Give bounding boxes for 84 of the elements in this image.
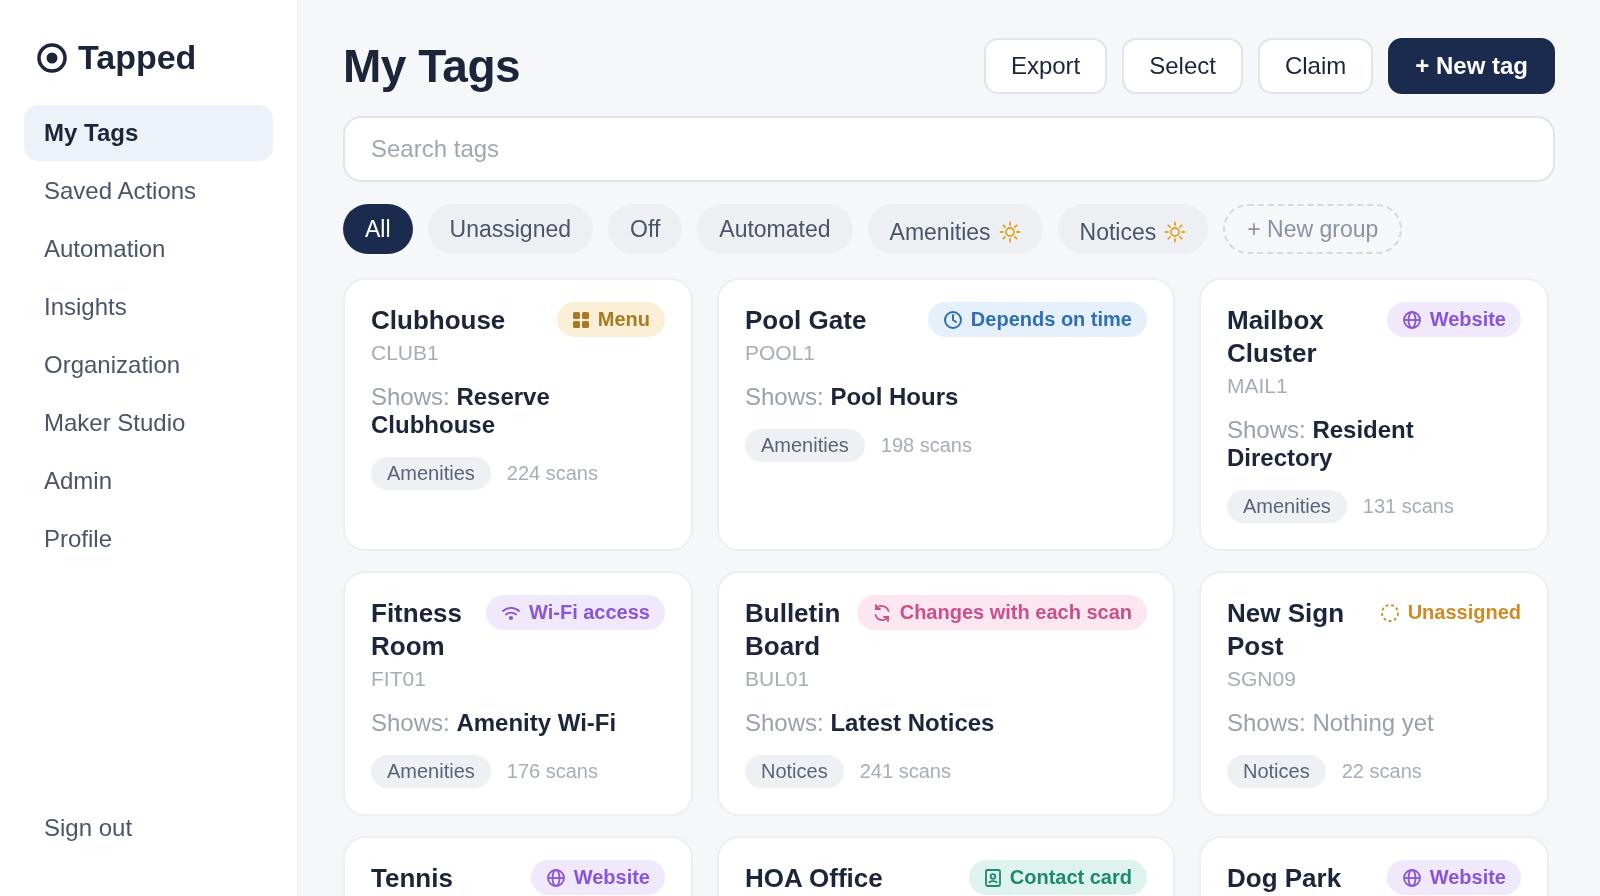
- filter-chip[interactable]: All: [343, 204, 413, 254]
- filter-chip[interactable]: Off: [608, 204, 683, 254]
- tag-code: SGN09: [1227, 667, 1297, 691]
- group-tag: Amenities: [1227, 490, 1347, 523]
- sidebar-item[interactable]: Automation: [24, 221, 273, 277]
- grid-icon: [571, 310, 590, 329]
- new-tag-button[interactable]: + New tag: [1388, 38, 1555, 94]
- shows-text: Shows: Pool Hours: [745, 383, 960, 411]
- badge-label: Menu: [597, 308, 650, 331]
- tag-code: CLUB1: [371, 341, 440, 365]
- scan-count: 176 scans: [506, 760, 598, 783]
- sidebar-item[interactable]: Insights: [24, 279, 273, 335]
- sidebar-item[interactable]: Profile: [24, 511, 273, 567]
- tag-code: POOL1: [745, 341, 817, 365]
- shows-text: Shows: Nothing yet: [1227, 709, 1435, 737]
- status-label: Unassigned: [1407, 601, 1521, 624]
- contact-icon: [983, 867, 1002, 888]
- dashed-circle-icon: [1379, 602, 1400, 623]
- badge-label: Website: [1429, 866, 1506, 889]
- search-field[interactable]: Search tags: [343, 116, 1555, 182]
- tag-code: MAIL1: [1227, 374, 1289, 398]
- sidebar-item[interactable]: Admin: [24, 453, 273, 509]
- tag-name: Pool Gate: [745, 304, 867, 337]
- sidebar-item[interactable]: Organization: [24, 337, 273, 393]
- globe-icon: [1401, 867, 1422, 888]
- wifi-icon: [501, 604, 521, 621]
- filter-chip[interactable]: Automated: [697, 204, 853, 254]
- group-tag: Amenities: [371, 457, 491, 490]
- shows-text: Shows: Resident Directory: [1227, 416, 1415, 472]
- toolbar-button[interactable]: Export: [983, 38, 1108, 94]
- tag-code: BUL01: [745, 667, 811, 691]
- sidebar-item[interactable]: Saved Actions: [24, 163, 273, 219]
- tag-name: Bulletin Board: [745, 597, 842, 663]
- tag-card[interactable]: Dog Park Website: [1199, 836, 1549, 896]
- sun-icon: [1164, 221, 1187, 243]
- sidebar-item[interactable]: My Tags: [24, 105, 273, 161]
- tag-card[interactable]: HOA Office Contact card: [717, 836, 1175, 896]
- badge-label: Wi-Fi access: [529, 601, 650, 624]
- app-logo-text: Tapped: [78, 38, 197, 77]
- scan-count: 224 scans: [506, 462, 598, 485]
- filter-chip[interactable]: Unassigned: [427, 204, 594, 254]
- group-tag: Notices: [745, 755, 844, 788]
- target-icon: [36, 41, 68, 74]
- tag-code: FIT01: [371, 667, 427, 691]
- tag-name: Clubhouse: [371, 304, 506, 337]
- group-tag: Amenities: [745, 429, 865, 462]
- tag-card[interactable]: Clubhouse Menu CLUB1 Shows: Reserve Clubhouse Amenities 224 scans: [343, 278, 693, 551]
- sun-icon: [998, 221, 1021, 243]
- toolbar-button[interactable]: Claim: [1257, 38, 1374, 94]
- tag-name: New Sign Post: [1227, 597, 1345, 663]
- tag-card[interactable]: Tennis Website: [343, 836, 693, 896]
- shows-text: Shows: Reserve Clubhouse: [371, 383, 551, 439]
- sidebar-item[interactable]: Maker Studio: [24, 395, 273, 451]
- tag-name: HOA Office: [745, 862, 883, 895]
- tag-name: Tennis: [371, 862, 453, 895]
- globe-icon: [545, 867, 566, 888]
- group-tag: Amenities: [371, 755, 491, 788]
- filter-chip[interactable]: Notices: [1057, 204, 1209, 254]
- toolbar-button[interactable]: Select: [1122, 38, 1243, 94]
- clock-icon: [942, 309, 963, 330]
- tag-name: Mailbox Cluster: [1227, 304, 1325, 370]
- badge-label: Website: [1429, 308, 1506, 331]
- badge-label: Website: [573, 866, 650, 889]
- badge-label: Depends on time: [970, 308, 1132, 331]
- tag-name: Fitness Room: [371, 597, 464, 663]
- shows-text: Shows: Latest Notices: [745, 709, 996, 737]
- group-tag: Notices: [1227, 755, 1326, 788]
- scan-count: 22 scans: [1341, 760, 1422, 783]
- shows-text: Shows: Amenity Wi-Fi: [371, 709, 618, 737]
- tag-card[interactable]: New Sign Post Unassigned SGN09 Shows: Nothing yet Notices 22 scans: [1199, 571, 1549, 816]
- tag-name: Dog Park: [1227, 862, 1342, 895]
- tag-card[interactable]: Bulletin Board Changes with each scan BUL01 Shows: Latest Notices Notices 241 scans: [717, 571, 1175, 816]
- globe-icon: [1401, 309, 1422, 330]
- badge-label: Contact card: [1009, 866, 1132, 889]
- scan-count: 198 scans: [880, 434, 972, 457]
- tag-card[interactable]: Mailbox Cluster Website MAIL1 Shows: Resident Directory Amenities 131 scans: [1199, 278, 1549, 551]
- page-title: My Tags: [343, 39, 522, 93]
- scan-count: 131 scans: [1362, 495, 1454, 518]
- badge-label: Changes with each scan: [899, 601, 1132, 624]
- tag-card[interactable]: Pool Gate Depends on time POOL1 Shows: Pool Hours Amenities 198 scans: [717, 278, 1175, 551]
- scan-count: 241 scans: [859, 760, 951, 783]
- tag-card[interactable]: Fitness Room Wi-Fi access FIT01 Shows: Amenity Wi-Fi Amenities 176 scans: [343, 571, 693, 816]
- filter-chip[interactable]: Amenities: [867, 204, 1043, 254]
- sign-out-link[interactable]: Sign out: [24, 814, 273, 842]
